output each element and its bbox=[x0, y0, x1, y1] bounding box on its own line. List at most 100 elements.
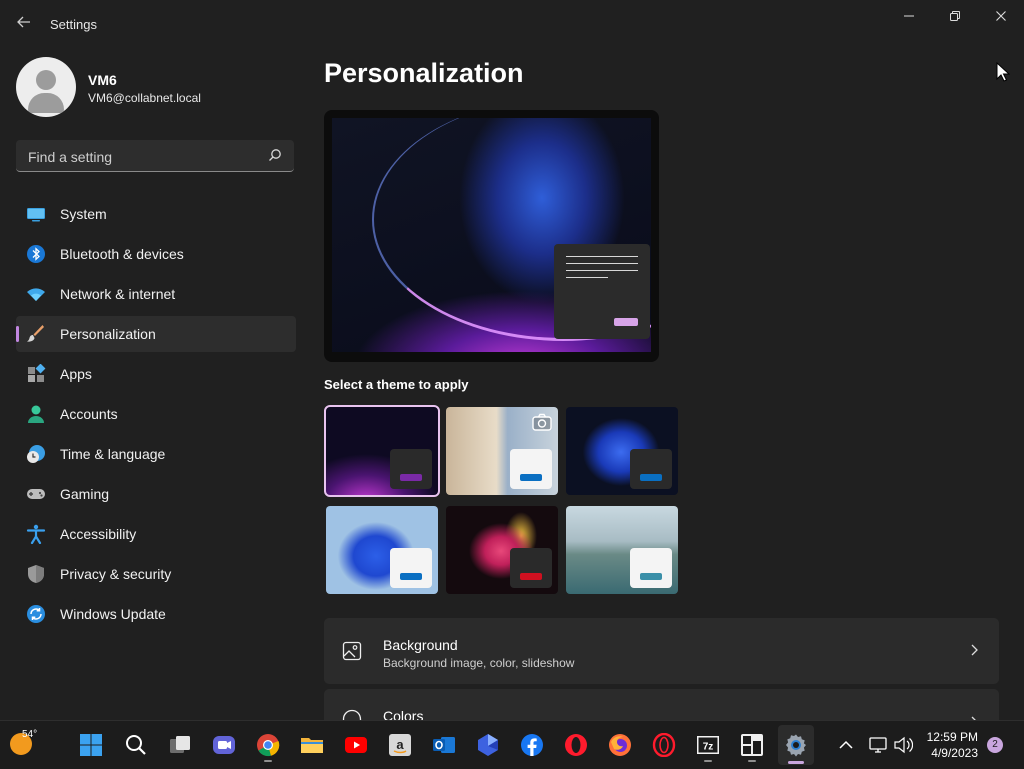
show-hidden-icons-chevron-icon[interactable] bbox=[836, 733, 856, 757]
search-icon[interactable] bbox=[268, 148, 282, 162]
user-email: VM6@collabnet.local bbox=[88, 91, 201, 105]
firefox-icon[interactable] bbox=[608, 733, 632, 757]
wifi-icon bbox=[27, 288, 45, 301]
sidebar-item-label: Bluetooth & devices bbox=[60, 246, 184, 262]
youtube-icon[interactable] bbox=[344, 733, 368, 757]
apps-icon bbox=[28, 364, 46, 382]
sidebar-item-accessibility[interactable]: Accessibility bbox=[16, 516, 296, 552]
themes-section-label: Select a theme to apply bbox=[324, 377, 469, 392]
theme-windows-bloom-light[interactable] bbox=[326, 506, 438, 594]
preview-window bbox=[554, 244, 650, 339]
minimize-icon bbox=[904, 15, 914, 17]
settings-taskbar-button[interactable] bbox=[778, 725, 814, 765]
theme-preview bbox=[324, 110, 659, 362]
sidebar-item-bluetooth[interactable]: Bluetooth & devices bbox=[16, 236, 296, 272]
avatar[interactable] bbox=[16, 57, 76, 117]
sidebar-item-label: Accounts bbox=[60, 406, 118, 422]
sidebar-item-label: Privacy & security bbox=[60, 566, 172, 582]
restore-icon bbox=[950, 11, 960, 21]
clock-date: 4/9/2023 bbox=[931, 746, 978, 760]
theme-windows-dark-glow[interactable] bbox=[324, 405, 440, 497]
restore-button[interactable] bbox=[932, 6, 978, 28]
theme-spotlight[interactable] bbox=[446, 407, 558, 495]
settings-gear-icon bbox=[786, 734, 806, 757]
sidebar-item-label: Apps bbox=[60, 366, 92, 382]
theme-captured-motion[interactable] bbox=[446, 506, 558, 594]
theme-mini-window bbox=[390, 548, 432, 588]
page-title: Personalization bbox=[324, 58, 524, 88]
active-app-indicator bbox=[788, 761, 804, 764]
background-card[interactable]: Background Background image, color, slid… bbox=[324, 618, 999, 684]
taskbar-search-icon[interactable] bbox=[124, 733, 148, 757]
outlook-icon[interactable] bbox=[432, 733, 456, 757]
volume-icon[interactable] bbox=[893, 733, 913, 757]
sidebar-item-label: Accessibility bbox=[60, 526, 137, 542]
chevron-right-icon bbox=[971, 644, 978, 656]
sidebar-item-label: Time & language bbox=[60, 446, 166, 462]
system-icon bbox=[27, 208, 45, 222]
running-indicator bbox=[264, 760, 272, 762]
avatar-head bbox=[36, 70, 56, 90]
background-card-title: Background bbox=[383, 637, 458, 653]
opera-gx-icon[interactable] bbox=[652, 733, 676, 757]
seven-zip-icon[interactable]: 7z bbox=[696, 733, 720, 757]
chrome-icon[interactable] bbox=[256, 733, 280, 757]
close-button[interactable] bbox=[978, 6, 1024, 28]
sidebar-item-label: Network & internet bbox=[60, 286, 176, 302]
sidebar-item-network[interactable]: Network & internet bbox=[16, 276, 296, 312]
theme-flow[interactable] bbox=[566, 506, 678, 594]
file-explorer-icon[interactable] bbox=[300, 733, 324, 757]
start-icon[interactable] bbox=[79, 733, 103, 757]
title-bar: Settings bbox=[0, 0, 1024, 48]
clock[interactable]: 12:59 PM 4/9/2023 bbox=[922, 729, 978, 761]
theme-mini-window bbox=[630, 449, 672, 489]
opera-icon[interactable] bbox=[564, 733, 588, 757]
sidebar-item-label: Gaming bbox=[60, 486, 110, 502]
colors-card[interactable]: Colors bbox=[324, 689, 999, 720]
close-icon bbox=[996, 11, 1006, 21]
sidebar-item-system[interactable]: System bbox=[16, 196, 296, 232]
avatar-body bbox=[28, 93, 64, 113]
preview-accent-button bbox=[614, 318, 638, 326]
taskbar: 54° a 7z 12:59 PM 4/9/2023 2 bbox=[0, 720, 1024, 769]
running-indicator bbox=[748, 760, 756, 762]
mouse-cursor-icon bbox=[996, 62, 1010, 82]
sidebar-item-windows-update[interactable]: Windows Update bbox=[16, 596, 296, 632]
theme-mini-window bbox=[390, 449, 432, 489]
sidebar-item-label: Windows Update bbox=[60, 606, 166, 622]
search-box[interactable] bbox=[16, 140, 294, 173]
task-view-icon[interactable] bbox=[168, 733, 192, 757]
preview-wallpaper bbox=[332, 118, 651, 352]
network-icon[interactable] bbox=[868, 733, 888, 757]
clock-time: 12:59 PM bbox=[926, 730, 978, 744]
search-input[interactable] bbox=[26, 140, 260, 173]
notification-badge[interactable]: 2 bbox=[987, 737, 1003, 753]
background-card-subtitle: Background image, color, slideshow bbox=[383, 656, 575, 670]
back-arrow-icon[interactable] bbox=[16, 14, 34, 32]
sidebar-item-privacy[interactable]: Privacy & security bbox=[16, 556, 296, 592]
teams-chat-icon[interactable] bbox=[212, 733, 236, 757]
sidebar-item-personalization[interactable]: Personalization bbox=[16, 316, 296, 352]
accounts-icon bbox=[28, 405, 44, 423]
sidebar-item-apps[interactable]: Apps bbox=[16, 356, 296, 392]
shield-icon bbox=[28, 565, 44, 583]
theme-mini-window bbox=[510, 449, 552, 489]
facebook-icon[interactable] bbox=[520, 733, 544, 757]
update-icon bbox=[27, 605, 45, 623]
theme-mini-window bbox=[630, 548, 672, 588]
utility-app-icon[interactable] bbox=[740, 733, 764, 757]
brush-icon bbox=[27, 325, 44, 342]
sidebar-item-label: Personalization bbox=[60, 326, 156, 342]
sidebar-item-gaming[interactable]: Gaming bbox=[16, 476, 296, 512]
running-indicator bbox=[704, 760, 712, 762]
minimize-button[interactable] bbox=[886, 6, 932, 28]
active-indicator bbox=[16, 326, 19, 342]
svg-text:7z: 7z bbox=[703, 742, 714, 753]
amazon-icon[interactable]: a bbox=[388, 733, 412, 757]
power-automate-icon[interactable] bbox=[476, 733, 500, 757]
theme-windows-bloom-dark[interactable] bbox=[566, 407, 678, 495]
accessibility-icon bbox=[26, 524, 46, 544]
svg-text:a: a bbox=[396, 737, 404, 752]
sidebar-item-time-language[interactable]: Time & language bbox=[16, 436, 296, 472]
sidebar-item-accounts[interactable]: Accounts bbox=[16, 396, 296, 432]
